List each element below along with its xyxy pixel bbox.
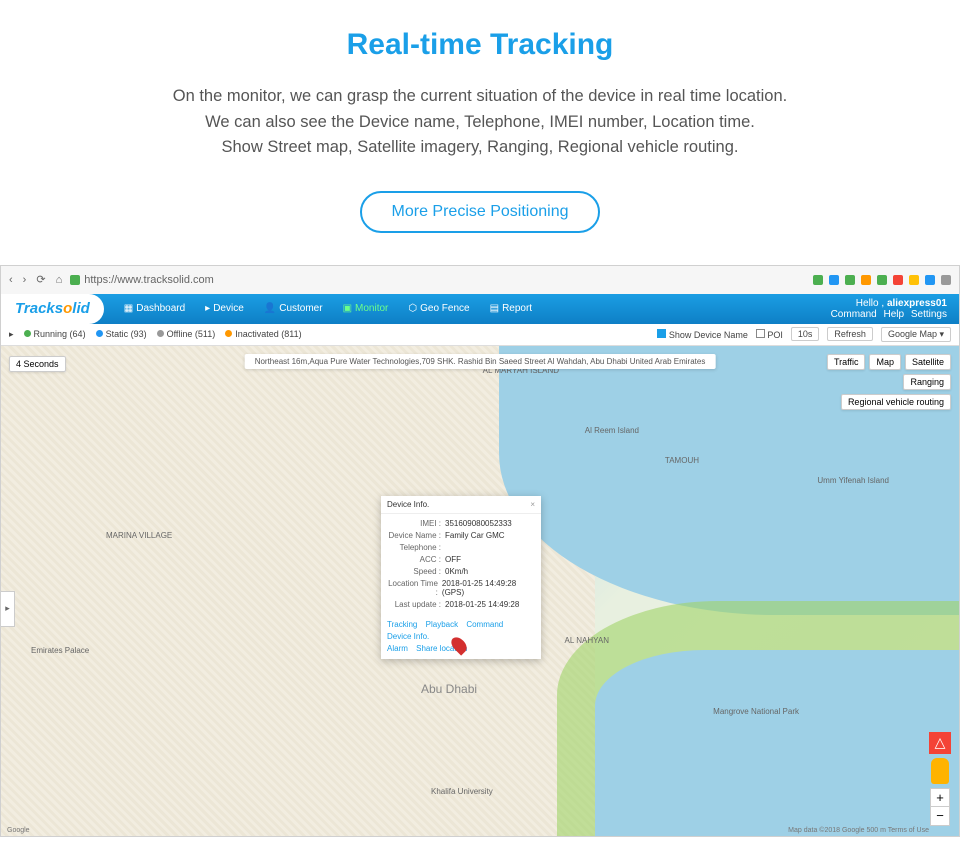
nav-report[interactable]: ▤ Report bbox=[482, 299, 540, 318]
ext-icon[interactable] bbox=[829, 275, 839, 285]
promo-line-1: On the monitor, we can grasp the current… bbox=[40, 84, 920, 110]
map-label-abudhabi: Abu Dhabi bbox=[421, 682, 477, 696]
map-label: Mangrove National Park bbox=[713, 707, 799, 716]
close-icon[interactable]: × bbox=[530, 500, 535, 509]
nav-reload-icon[interactable]: ⟳ bbox=[36, 273, 45, 286]
map-attribution-text: Map data ©2018 Google 500 m Terms of Use bbox=[788, 827, 929, 834]
last-update-value: 2018-01-25 14:49:28 bbox=[445, 600, 519, 609]
map-top-right: Traffic Map Satellite Ranging Regional v… bbox=[827, 354, 951, 410]
link-help[interactable]: Help bbox=[884, 309, 905, 320]
seconds-badge: 4 Seconds bbox=[9, 356, 66, 372]
acc-value: OFF bbox=[445, 555, 461, 564]
popup-body: IMEI :351609080052333 Device Name :Famil… bbox=[381, 514, 541, 615]
status-static[interactable]: Static (93) bbox=[96, 329, 147, 339]
map-attribution-logo: Google bbox=[7, 827, 30, 834]
device-name-value: Family Car GMC bbox=[445, 531, 505, 540]
zoom-in-button[interactable]: + bbox=[931, 789, 949, 807]
logo[interactable]: Tracksolid bbox=[1, 294, 104, 324]
nav-dashboard[interactable]: ▦ Dashboard bbox=[116, 299, 193, 318]
lock-icon bbox=[70, 275, 80, 285]
link-alarm[interactable]: Alarm bbox=[387, 644, 408, 653]
refresh-button[interactable]: Refresh bbox=[827, 327, 873, 341]
sidebar-expand-tab[interactable]: ▸ bbox=[1, 591, 15, 627]
browser-chrome: ‹ › ⟳ ⌂ https://www.tracksolid.com bbox=[1, 266, 959, 294]
link-settings[interactable]: Settings bbox=[911, 309, 947, 320]
link-tracking[interactable]: Tracking bbox=[387, 620, 417, 629]
promo-line-3: Show Street map, Satellite imagery, Rang… bbox=[40, 135, 920, 161]
nav-monitor[interactable]: ▣ Monitor bbox=[335, 299, 397, 318]
main-nav: ▦ Dashboard ▸ Device 👤 Customer ▣ Monito… bbox=[116, 299, 540, 318]
link-command[interactable]: Command bbox=[466, 620, 503, 629]
link-playback[interactable]: Playback bbox=[426, 620, 458, 629]
status-inactivated[interactable]: Inactivated (811) bbox=[225, 329, 301, 339]
ext-icon[interactable] bbox=[861, 275, 871, 285]
map-label: Umm Yifenah Island bbox=[817, 476, 889, 485]
map-label: MARINA VILLAGE bbox=[106, 531, 172, 540]
app-header: Tracksolid ▦ Dashboard ▸ Device 👤 Custom… bbox=[1, 294, 959, 324]
nav-customer[interactable]: 👤 Customer bbox=[256, 299, 331, 318]
nav-back-icon[interactable]: ‹ bbox=[9, 274, 13, 286]
map-label: TAMOUH bbox=[665, 456, 699, 465]
ext-icon[interactable] bbox=[845, 275, 855, 285]
ext-icon[interactable] bbox=[925, 275, 935, 285]
promo-line-2: We can also see the Device name, Telepho… bbox=[40, 110, 920, 136]
ranging-button[interactable]: Ranging bbox=[903, 374, 951, 390]
promo-title: Real-time Tracking bbox=[40, 28, 920, 62]
alert-icon[interactable]: △ bbox=[929, 732, 951, 754]
map-provider-select[interactable]: Google Map ▾ bbox=[881, 327, 951, 342]
status-bar: ▸ Running (64) Static (93) Offline (511)… bbox=[1, 324, 959, 346]
browser-window: ‹ › ⟳ ⌂ https://www.tracksolid.com Track… bbox=[0, 265, 960, 837]
nav-forward-icon[interactable]: › bbox=[23, 274, 27, 286]
map-top-left: 4 Seconds bbox=[9, 354, 66, 372]
nav-geofence[interactable]: ⬡ Geo Fence bbox=[400, 299, 477, 318]
traffic-button[interactable]: Traffic bbox=[827, 354, 866, 370]
ext-icon[interactable] bbox=[893, 275, 903, 285]
status-offline[interactable]: Offline (511) bbox=[157, 329, 216, 339]
maptype-map[interactable]: Map bbox=[869, 354, 901, 370]
speed-value: 0Km/h bbox=[445, 567, 468, 576]
link-command[interactable]: Command bbox=[831, 309, 877, 320]
poi-toggle[interactable]: POI bbox=[756, 329, 783, 340]
map[interactable]: Abu Dhabi Al Reem Island Mangrove Nation… bbox=[1, 346, 959, 836]
zoom-control: + − bbox=[930, 788, 950, 826]
extension-icons bbox=[813, 275, 951, 285]
nav-device[interactable]: ▸ Device bbox=[197, 299, 252, 318]
interval-select[interactable]: 10s bbox=[791, 327, 820, 341]
popup-title: Device Info. bbox=[387, 500, 429, 509]
map-label: Emirates Palace bbox=[31, 646, 89, 655]
map-label: Khalifa University bbox=[431, 787, 493, 796]
regional-routing-button[interactable]: Regional vehicle routing bbox=[841, 394, 951, 410]
map-label: AL NAHYAN bbox=[565, 636, 609, 645]
ext-icon[interactable] bbox=[877, 275, 887, 285]
link-device-info[interactable]: Device Info. bbox=[387, 632, 429, 641]
more-precise-button[interactable]: More Precise Positioning bbox=[360, 191, 601, 233]
imei-value: 351609080052333 bbox=[445, 519, 512, 528]
map-label: Al Reem Island bbox=[585, 426, 639, 435]
menu-icon[interactable] bbox=[941, 275, 951, 285]
device-info-popup: Device Info. × IMEI :351609080052333 Dev… bbox=[381, 496, 541, 659]
pegman-icon[interactable] bbox=[931, 758, 949, 784]
location-time-value: 2018-01-25 14:49:28 (GPS) bbox=[442, 579, 535, 597]
sidebar-toggle-icon[interactable]: ▸ bbox=[9, 329, 14, 340]
ext-icon[interactable] bbox=[909, 275, 919, 285]
nav-home-icon[interactable]: ⌂ bbox=[56, 274, 63, 286]
ext-icon[interactable] bbox=[813, 275, 823, 285]
status-running[interactable]: Running (64) bbox=[24, 329, 86, 339]
url-text[interactable]: https://www.tracksolid.com bbox=[84, 274, 214, 286]
maptype-satellite[interactable]: Satellite bbox=[905, 354, 951, 370]
show-device-name-toggle[interactable]: Show Device Name bbox=[657, 329, 748, 340]
promo-text: On the monitor, we can grasp the current… bbox=[40, 84, 920, 161]
address-bar: Northeast 16m,Aqua Pure Water Technologi… bbox=[245, 354, 716, 369]
map-bottom-right-controls: △ + − bbox=[929, 732, 951, 826]
promo-section: Real-time Tracking On the monitor, we ca… bbox=[0, 0, 960, 257]
user-greeting: Hello , aliexpress01 Command Help Settin… bbox=[831, 298, 947, 320]
zoom-out-button[interactable]: − bbox=[931, 807, 949, 825]
